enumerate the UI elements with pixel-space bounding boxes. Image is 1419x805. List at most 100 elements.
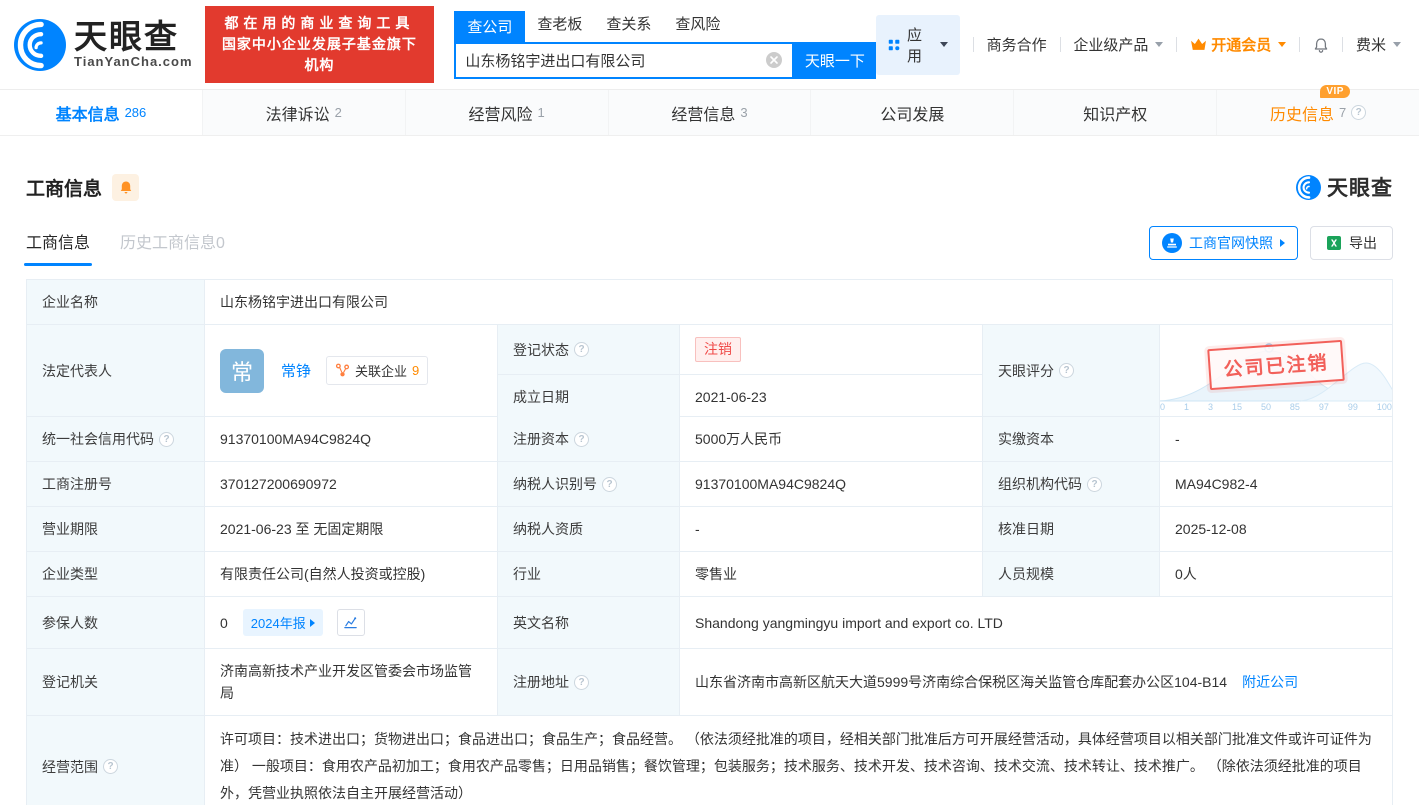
field-label-insured-count: 参保人数: [27, 597, 205, 648]
tianyancha-logo-icon: [14, 18, 66, 71]
notification-bell-icon[interactable]: [1313, 35, 1329, 55]
field-value-registration-number: 370127200690972: [205, 462, 498, 506]
stamp-icon: [1162, 233, 1182, 253]
field-label-paid-capital: 实缴资本: [983, 417, 1160, 461]
field-value-legal-representative: 常 常铮 关联企业 9: [205, 325, 498, 416]
promo-banner: 都在用的商业查询工具 国家中小企业发展子基金旗下机构: [204, 6, 435, 83]
clear-search-icon[interactable]: [765, 51, 783, 69]
search-tab-boss[interactable]: 查老板: [525, 13, 594, 42]
field-value-org-code: MA94C982-4: [1175, 476, 1258, 492]
field-label-business-term: 营业期限: [27, 507, 205, 551]
field-value-industry: 零售业: [680, 552, 983, 596]
field-label-taxpayer-quality: 纳税人资质: [498, 507, 680, 551]
subtab-business-info[interactable]: 工商信息: [23, 229, 93, 266]
help-icon[interactable]: ?: [574, 431, 589, 447]
promo-line-1: 都在用的商业查询工具: [224, 15, 415, 31]
field-label-industry: 行业: [498, 552, 680, 596]
insured-trend-button[interactable]: [336, 609, 365, 636]
tab-history-info[interactable]: 历史信息 VIP 7 ?: [1217, 84, 1419, 135]
export-button[interactable]: 导出: [1310, 226, 1393, 260]
help-icon[interactable]: ?: [574, 674, 589, 690]
help-icon[interactable]: ?: [1087, 476, 1102, 492]
apps-grid-icon: [888, 39, 900, 50]
tab-company-development[interactable]: 公司发展: [811, 90, 1015, 135]
table-row: 法定代表人 常 常铮 关联企业 9 登记状态 ? 注销 成立日期 2021-06…: [27, 325, 1392, 419]
tab-operation-risk[interactable]: 经营风险 1: [406, 90, 609, 135]
field-label-org-code: 组织机构代码?: [983, 462, 1160, 506]
tab-basic-info[interactable]: 基本信息 286: [0, 90, 203, 135]
field-label-establish-date: 成立日期: [498, 375, 680, 419]
annual-report-link[interactable]: 2024年报: [242, 609, 323, 636]
chevron-down-icon: [939, 42, 948, 47]
field-label-registration-authority: 登记机关: [27, 649, 205, 715]
vip-label: 开通会员: [1211, 37, 1272, 54]
search-input[interactable]: [465, 51, 765, 69]
field-label-tianyan-score: 天眼评分?: [983, 325, 1160, 416]
tab-label: 法律诉讼: [265, 106, 330, 124]
help-icon[interactable]: ?: [103, 759, 118, 774]
company-detail-tabs: 基本信息 286 法律诉讼 2 经营风险 1 经营信息 3 公司发展 知识产权 …: [0, 84, 1419, 136]
related-label: 关联企业: [355, 364, 408, 379]
nearby-companies-link[interactable]: 附近公司: [1242, 672, 1298, 692]
divider: [1176, 37, 1178, 52]
tianyancha-logo[interactable]: 天眼查 TianYanCha.com: [14, 18, 193, 71]
field-value-registered-address: 山东省济南市高新区航天大道5999号济南综合保税区海关监管仓库配套办公区104-…: [695, 672, 1299, 692]
help-icon[interactable]: ?: [574, 342, 589, 357]
divider: [1342, 37, 1343, 52]
subtab-row: 工商信息 历史工商信息0 工商官网快照 导出: [23, 226, 1393, 266]
bell-icon: [120, 181, 131, 193]
help-icon[interactable]: ?: [159, 431, 174, 447]
subscribe-bell-button[interactable]: [112, 173, 140, 201]
search-tabs: 查公司 查老板 查关系 查风险: [454, 10, 876, 42]
field-label-company-name: 企业名称: [27, 280, 205, 324]
apps-button[interactable]: 应用: [875, 14, 960, 75]
table-row: 工商注册号 370127200690972 纳税人识别号? 91370100MA…: [27, 462, 1392, 507]
table-row: 企业名称 山东杨铭宇进出口有限公司: [27, 280, 1392, 325]
field-value-business-term: 2021-06-23 至 无固定期限: [205, 507, 498, 551]
search-input-wrap: [454, 41, 794, 79]
header: 天眼查 TianYanCha.com 都在用的商业查询工具 国家中小企业发展子基…: [0, 0, 1419, 90]
apps-label: 应用: [907, 26, 923, 65]
field-label-approval-date: 核准日期: [983, 507, 1160, 551]
tab-count: 3: [740, 105, 748, 120]
divider: [1059, 37, 1061, 52]
chevron-down-icon: [1278, 42, 1287, 47]
business-info-table: 企业名称 山东杨铭宇进出口有限公司 法定代表人 常 常铮 关联企业 9 登记状态…: [26, 279, 1393, 805]
tab-operation-info[interactable]: 经营信息 3: [609, 90, 812, 135]
brand-domain: TianYanCha.com: [74, 54, 193, 69]
field-label-staff-size: 人员规模: [983, 552, 1160, 596]
help-icon[interactable]: ?: [602, 476, 617, 492]
related-count: 9: [412, 363, 420, 378]
subtab-history-business-info[interactable]: 历史工商信息0: [120, 229, 225, 266]
nav-business-coop[interactable]: 商务合作: [987, 34, 1047, 55]
divider: [972, 37, 974, 52]
field-value-insured-count: 0 2024年报: [205, 597, 498, 648]
chevron-down-icon: [1393, 42, 1401, 47]
username: 费米: [1355, 37, 1386, 54]
related-companies-badge[interactable]: 关联企业 9: [326, 356, 429, 385]
search-tab-risk[interactable]: 查风险: [663, 13, 732, 42]
nav-open-vip[interactable]: 开通会员: [1190, 34, 1287, 55]
field-value-registration-authority: 济南高新技术产业开发区管委会市场监管局: [205, 649, 498, 715]
avatar[interactable]: 常: [220, 348, 264, 393]
tab-intellectual-property[interactable]: 知识产权: [1014, 90, 1218, 135]
subtab-count: 0: [216, 235, 225, 252]
field-label-taxpayer-id: 纳税人识别号?: [498, 462, 680, 506]
nav-enterprise-products[interactable]: 企业级产品: [1073, 34, 1164, 55]
table-row: 登记机关 济南高新技术产业开发区管委会市场监管局 注册地址? 山东省济南市高新区…: [27, 649, 1392, 716]
search-tab-company[interactable]: 查公司: [454, 10, 526, 42]
field-value-english-name: Shandong yangmingyu import and export co…: [695, 614, 1003, 631]
watermark-logo: 天眼查: [1296, 172, 1393, 202]
tab-count: 2: [334, 105, 342, 120]
help-icon[interactable]: ?: [1351, 105, 1367, 120]
help-icon[interactable]: ?: [1059, 363, 1074, 378]
user-menu[interactable]: 费米: [1356, 34, 1401, 55]
excel-icon: [1327, 236, 1341, 250]
official-snapshot-button[interactable]: 工商官网快照: [1149, 226, 1298, 260]
legal-rep-link[interactable]: 常铮: [281, 360, 311, 381]
search-tab-relation[interactable]: 查关系: [594, 13, 663, 42]
tab-legal-litigation[interactable]: 法律诉讼 2: [203, 90, 406, 135]
field-value-taxpayer-id: 91370100MA94C9824Q: [680, 462, 983, 506]
tab-label: 知识产权: [1083, 106, 1148, 124]
search-button[interactable]: 天眼一下: [793, 41, 876, 79]
